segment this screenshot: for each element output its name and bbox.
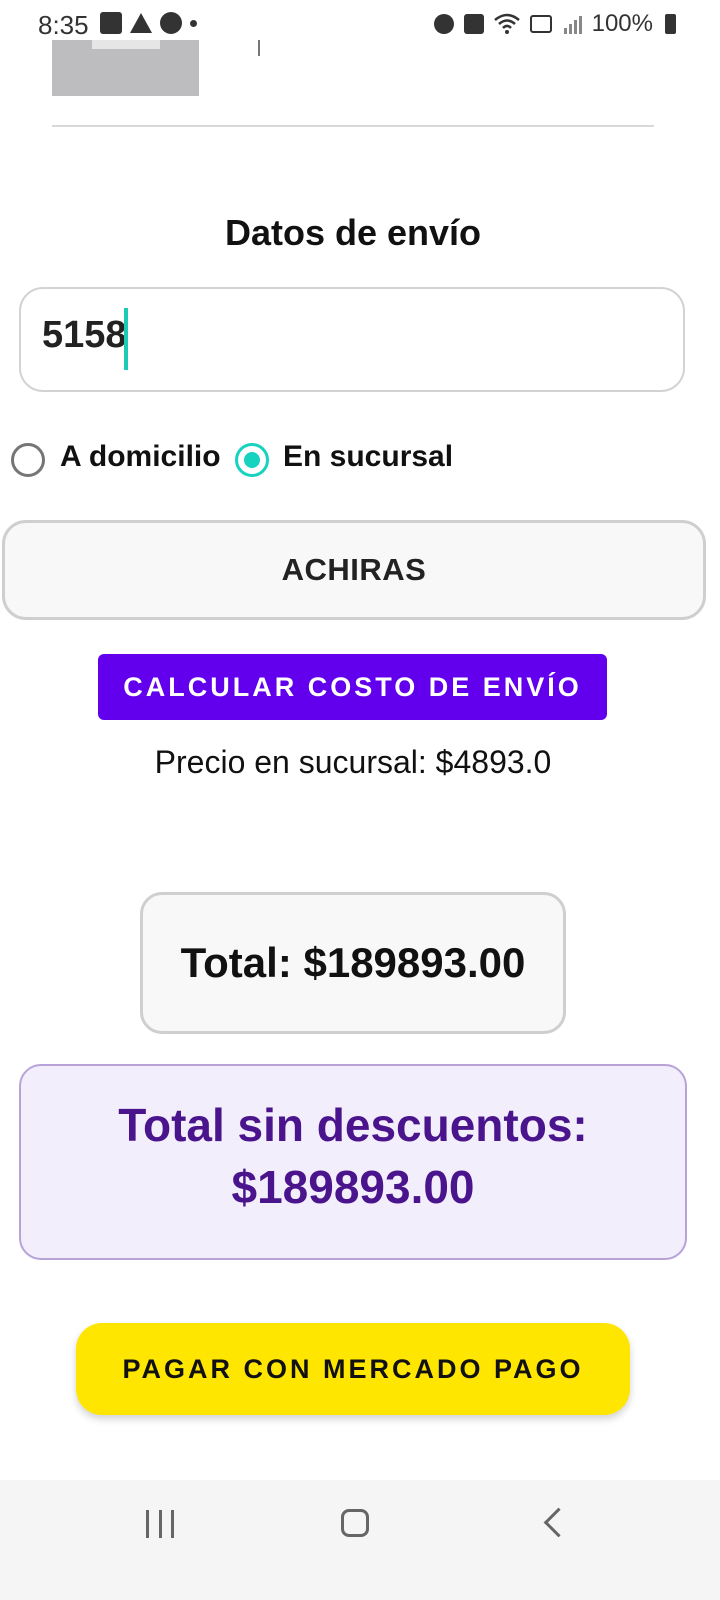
alarm-icon	[160, 12, 182, 34]
wifi-icon	[493, 13, 520, 34]
mute-icon	[463, 14, 484, 34]
calculate-shipping-button[interactable]: CALCULAR COSTO DE ENVÍO	[98, 654, 607, 720]
radio-selected-dot	[244, 452, 260, 468]
product-mark	[258, 40, 260, 56]
no-discount-label: Total sin descuentos:	[118, 1099, 588, 1151]
dot-icon	[190, 19, 197, 27]
branch-select-value: ACHIRAS	[281, 552, 427, 587]
radio-domicilio[interactable]	[11, 443, 45, 477]
gallery-icon	[100, 12, 122, 34]
status-icons-right: 100%	[433, 10, 676, 38]
volte-icon	[529, 15, 552, 33]
total-box: Total: $189893.00	[140, 892, 566, 1034]
branch-price: Precio en sucursal: $4893.0	[154, 744, 552, 780]
divider	[52, 125, 654, 127]
signal-icon	[563, 16, 582, 34]
battery-text: 100%	[591, 10, 653, 37]
zip-input-value: 5158	[42, 314, 127, 356]
radio-sucursal[interactable]	[235, 443, 269, 477]
home-icon[interactable]	[341, 1509, 369, 1537]
alarm-icon	[433, 14, 454, 34]
pay-mercado-pago-button[interactable]: PAGAR CON MERCADO PAGO	[76, 1323, 630, 1415]
radio-domicilio-label[interactable]: A domicilio	[60, 440, 221, 474]
section-title: Datos de envío	[224, 212, 482, 253]
total-text: Total: $189893.00	[180, 939, 526, 986]
status-time: 8:35	[38, 10, 89, 40]
nav-bar	[0, 1480, 720, 1600]
radio-sucursal-label[interactable]: En sucursal	[283, 440, 453, 474]
product-thumbnail-detail	[92, 40, 160, 49]
battery-icon	[665, 14, 676, 34]
pay-button-label: PAGAR CON MERCADO PAGO	[122, 1353, 584, 1384]
status-icons-left	[100, 12, 197, 34]
calculate-shipping-label: CALCULAR COSTO DE ENVÍO	[123, 671, 582, 702]
text-caret	[124, 308, 128, 370]
recents-icon[interactable]	[146, 1510, 174, 1538]
branch-select[interactable]: ACHIRAS	[2, 520, 706, 620]
drive-icon	[130, 13, 152, 33]
no-discount-value: $189893.00	[231, 1161, 475, 1213]
